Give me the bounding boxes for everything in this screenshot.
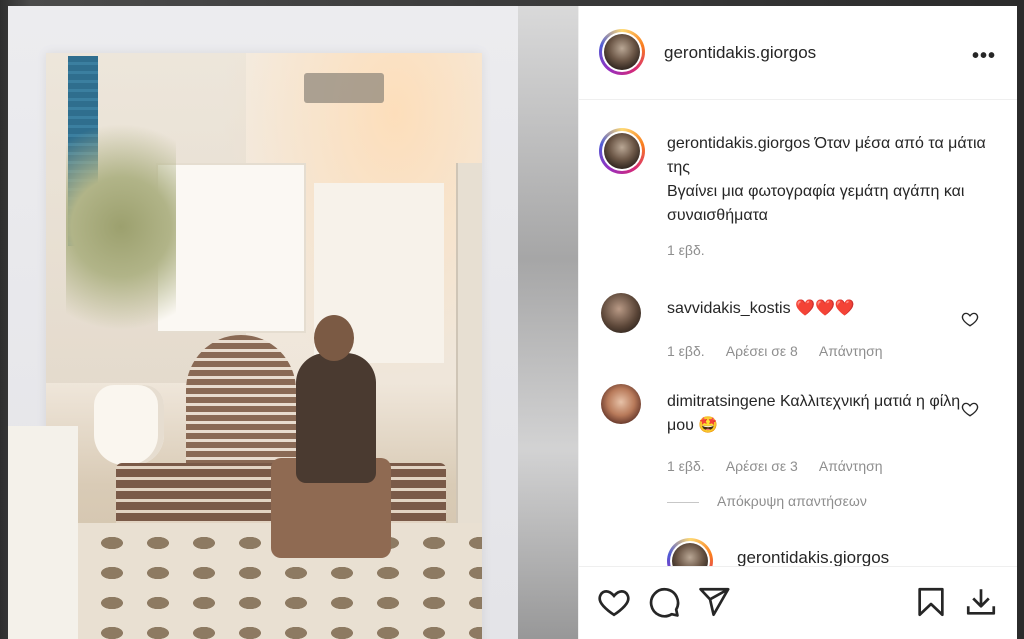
comment-like-icon[interactable]: [961, 310, 979, 328]
hide-replies-button[interactable]: Απόκρυψη απαντήσεων: [667, 493, 867, 509]
caption-time[interactable]: 1 εβδ.: [667, 242, 705, 258]
comment-icon[interactable]: [647, 585, 681, 619]
post-actions-bar: [579, 566, 1017, 639]
caption-username[interactable]: gerontidakis.giorgos: [667, 135, 810, 152]
comment-text: dimitratsingene Καλλιτεχνική ματιά η φίλ…: [667, 390, 967, 438]
caption-text: gerontidakis.giorgos Όταν μέσα από τα μά…: [667, 132, 987, 228]
commenter-avatar[interactable]: [601, 384, 641, 424]
post-photo[interactable]: [8, 6, 578, 639]
photo-image: [46, 53, 482, 639]
comment-reply-button[interactable]: Απάντηση: [819, 458, 883, 474]
commenter-avatar[interactable]: [601, 293, 641, 333]
caption-line2: Βγαίνει μια φωτογραφία γεμάτη αγάπη και …: [667, 183, 965, 224]
author-avatar[interactable]: [599, 29, 645, 75]
comment-username[interactable]: dimitratsingene: [667, 393, 776, 410]
heart-icon[interactable]: [597, 585, 631, 619]
comment-time[interactable]: 1 εβδ.: [667, 458, 705, 474]
caption-avatar[interactable]: [599, 128, 645, 174]
post-details-panel: gerontidakis.giorgos ••• gerontidakis.gi…: [578, 6, 1017, 639]
post-header: gerontidakis.giorgos •••: [579, 6, 1017, 100]
share-icon[interactable]: [697, 585, 731, 619]
post-modal: gerontidakis.giorgos ••• gerontidakis.gi…: [8, 6, 1017, 639]
comment-body: ❤️❤️❤️: [790, 300, 855, 317]
comment-likes[interactable]: Αρέσει σε 8: [726, 343, 798, 359]
comment-text: savvidakis_kostis ❤️❤️❤️: [667, 297, 967, 321]
author-username[interactable]: gerontidakis.giorgos: [664, 43, 816, 63]
reply-username[interactable]: gerontidakis.giorgos: [737, 548, 889, 568]
bookmark-icon[interactable]: [914, 585, 948, 619]
comment-like-icon[interactable]: [961, 400, 979, 418]
hide-replies-line: [667, 501, 699, 503]
more-options-icon[interactable]: •••: [972, 45, 996, 68]
comment-reply-button[interactable]: Απάντηση: [819, 343, 883, 359]
comment-username[interactable]: savvidakis_kostis: [667, 300, 791, 317]
comment-likes[interactable]: Αρέσει σε 3: [726, 458, 798, 474]
hide-replies-label: Απόκρυψη απαντήσεων: [717, 493, 867, 509]
download-icon[interactable]: [964, 585, 998, 619]
comment-time[interactable]: 1 εβδ.: [667, 343, 705, 359]
